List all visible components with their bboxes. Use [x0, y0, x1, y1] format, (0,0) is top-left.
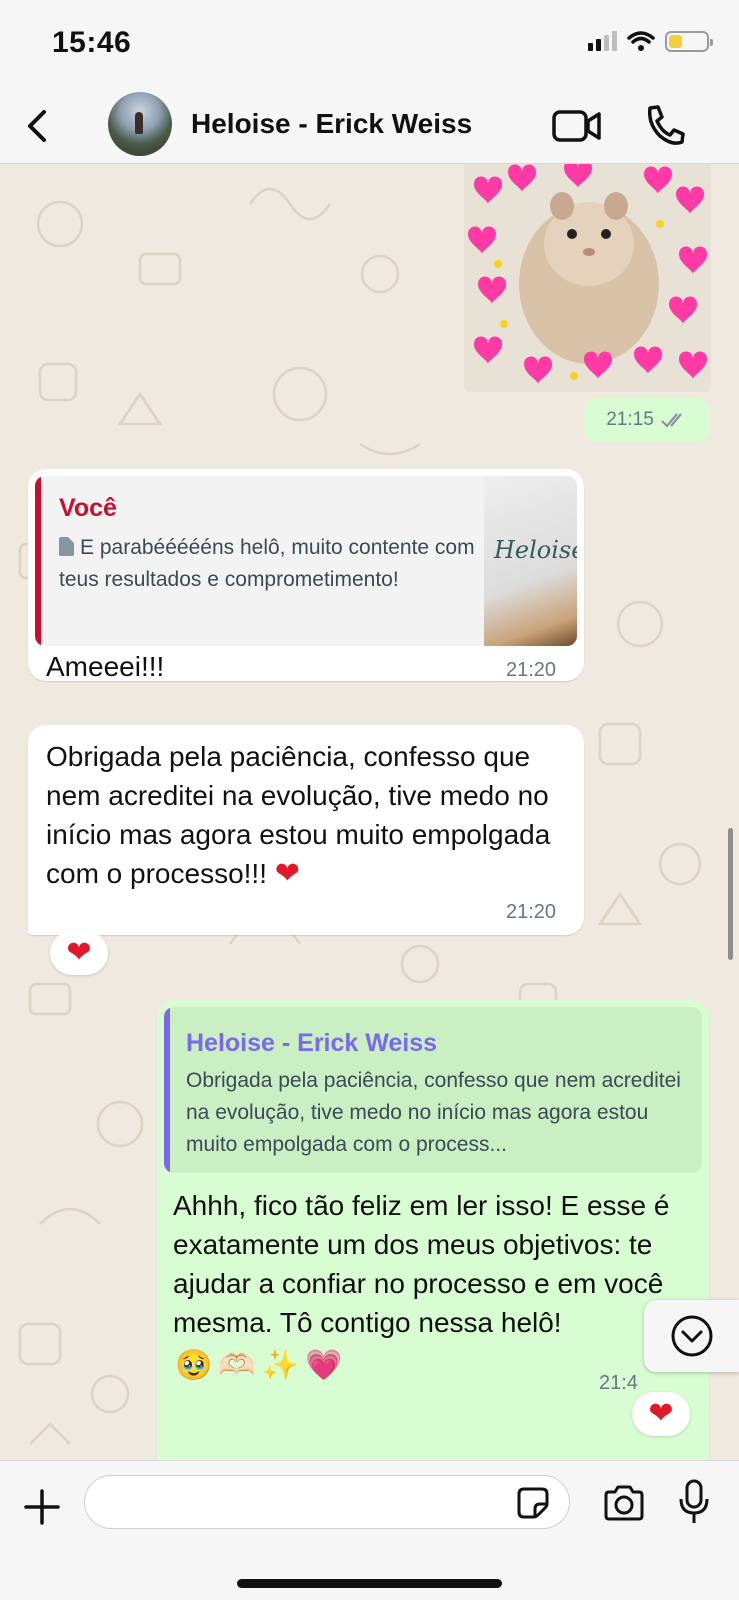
- message-text: Ahhh, fico tão feliz em ler isso! E esse…: [173, 1190, 670, 1338]
- scroll-indicator: [728, 828, 733, 960]
- quote-author: Heloise - Erick Weiss: [186, 1029, 438, 1057]
- hamster-image: [464, 164, 711, 392]
- phone-icon[interactable]: [642, 102, 686, 148]
- quoted-message[interactable]: Você E parabéééééns helô, muito contente…: [35, 476, 577, 646]
- double-check-icon: [660, 413, 682, 428]
- scroll-to-bottom-button[interactable]: [644, 1300, 739, 1372]
- message-input[interactable]: [84, 1475, 570, 1529]
- message-text: Obrigada pela paciência, confesso que ne…: [46, 741, 551, 890]
- message-time: 21:4: [599, 1372, 638, 1394]
- incoming-message[interactable]: Obrigada pela paciência, confesso que ne…: [28, 725, 584, 935]
- message-composer: [0, 1460, 739, 1600]
- status-icons: [588, 30, 713, 52]
- clock: 15:46: [52, 26, 132, 59]
- quote-text: Obrigada pela paciência, confesso que ne…: [186, 1069, 681, 1156]
- reply-message[interactable]: Você E parabéééééns helô, muito contente…: [28, 469, 584, 682]
- message-reaction[interactable]: ❤: [50, 931, 108, 975]
- chat-header: Heloise - Erick Weiss: [0, 88, 739, 164]
- heart-emoji: ❤: [274, 857, 300, 890]
- status-bar: 15:46: [0, 0, 739, 88]
- emoji-row: 🥹🫶🏻✨💗: [175, 1349, 349, 1382]
- contact-name[interactable]: Heloise - Erick Weiss: [191, 108, 472, 140]
- video-call-icon[interactable]: [552, 106, 602, 146]
- camera-icon[interactable]: [602, 1483, 646, 1523]
- message-time: 21:20: [506, 659, 557, 681]
- quoted-message[interactable]: Heloise - Erick Weiss Obrigada pela paci…: [164, 1007, 702, 1173]
- microphone-icon[interactable]: [678, 1479, 710, 1525]
- document-icon: [59, 537, 74, 556]
- chevron-down-icon: [671, 1315, 712, 1357]
- sticker-icon[interactable]: [516, 1486, 550, 1520]
- avatar[interactable]: [108, 92, 172, 156]
- message-time: 21:20: [506, 901, 557, 923]
- chat-area: 21:15 Você E parabéééééns helô, muito co…: [0, 164, 739, 1460]
- battery-icon: [665, 30, 713, 52]
- message-time: 21:15: [606, 409, 654, 430]
- message-reaction[interactable]: ❤: [632, 1392, 690, 1436]
- quote-thumbnail: Heloise: [484, 476, 577, 646]
- home-indicator: [237, 1579, 502, 1588]
- message-text: Ameeei!!!: [46, 651, 165, 682]
- quote-text: E parabéééééns helô, muito contente com …: [59, 536, 475, 591]
- image-message[interactable]: [464, 164, 711, 392]
- wifi-icon: [627, 31, 655, 51]
- signal-icon: [588, 31, 617, 51]
- plus-icon[interactable]: [22, 1487, 62, 1527]
- quote-author: Você: [59, 494, 117, 522]
- back-icon[interactable]: [18, 106, 58, 146]
- thumbnail-title: Heloise: [494, 536, 577, 564]
- outgoing-message[interactable]: Heloise - Erick Weiss Obrigada pela paci…: [157, 1000, 709, 1460]
- image-message-meta: 21:15: [584, 398, 710, 442]
